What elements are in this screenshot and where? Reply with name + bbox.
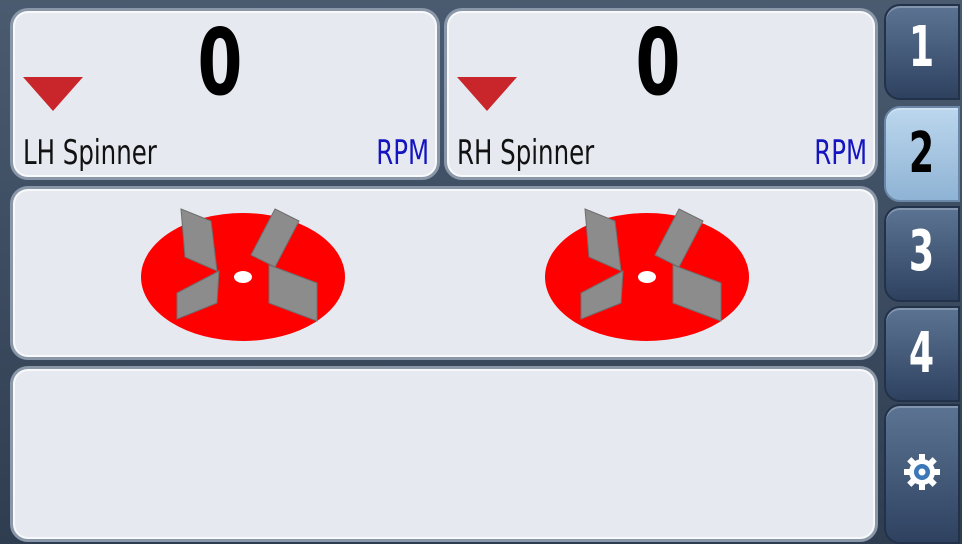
lh-spinner-disc-icon	[141, 208, 345, 341]
spinner-graphics-panel	[10, 186, 878, 360]
lh-spinner-unit: RPM	[376, 133, 429, 173]
rh-spinner-panel[interactable]: 0 RH Spinner RPM	[444, 8, 878, 180]
page-3-label: 3	[909, 219, 935, 284]
settings-button[interactable]	[884, 404, 960, 544]
page-2-label: 2	[909, 121, 935, 186]
lh-spinner-rpm-value: 0	[197, 9, 243, 116]
page-2-button[interactable]: 2	[884, 106, 960, 202]
gear-icon	[904, 454, 940, 490]
lh-spinner-label: LH Spinner	[23, 133, 157, 173]
empty-info-panel	[10, 366, 878, 542]
page-4-button[interactable]: 4	[884, 306, 960, 402]
page-3-button[interactable]: 3	[884, 206, 960, 302]
rh-spinner-label: RH Spinner	[457, 133, 595, 173]
rh-spinner-unit: RPM	[814, 133, 867, 173]
page-1-button[interactable]: 1	[884, 4, 960, 100]
rh-spinner-disc-icon	[545, 208, 749, 341]
page-4-label: 4	[909, 321, 935, 386]
rh-spinner-rpm-value: 0	[635, 9, 681, 116]
page-1-label: 1	[909, 15, 935, 80]
lh-spinner-panel[interactable]: 0 LH Spinner RPM	[10, 8, 440, 180]
